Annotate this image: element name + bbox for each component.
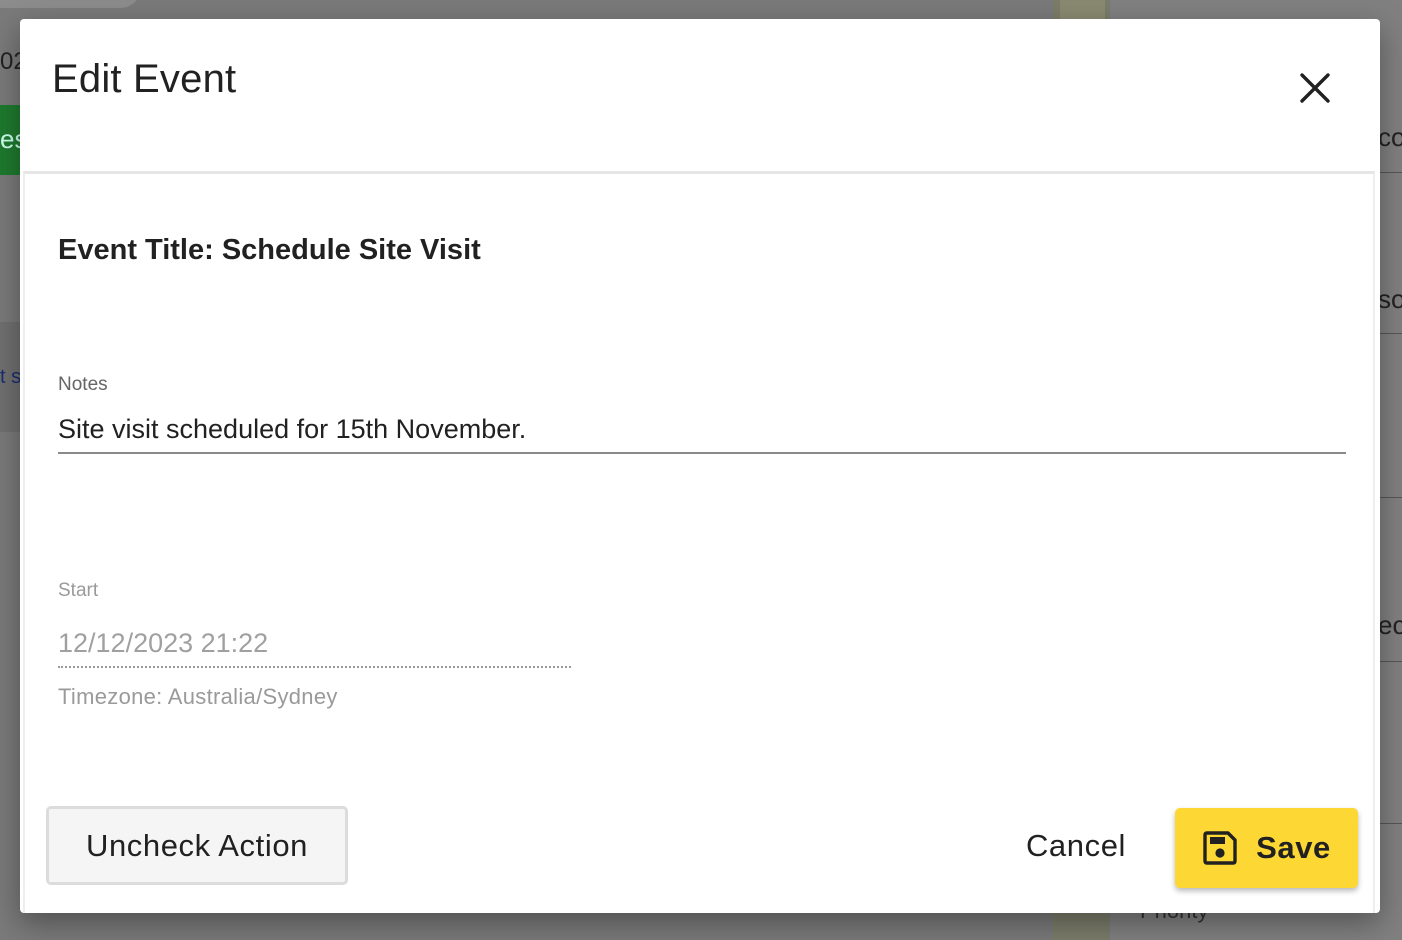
close-button[interactable] (1290, 63, 1340, 113)
dialog-title: Edit Event (52, 57, 237, 101)
notes-label: Notes (58, 374, 108, 395)
timezone-hint: Timezone: Australia/Sydney (58, 684, 338, 709)
cancel-button[interactable]: Cancel (1011, 814, 1141, 878)
background-column-top (1060, 0, 1105, 20)
start-datetime-input (58, 620, 571, 668)
background-right-text: ec (1378, 610, 1402, 640)
dialog-header: Edit Event (20, 19, 1380, 171)
uncheck-action-button[interactable]: Uncheck Action (46, 806, 348, 885)
uncheck-action-label: Uncheck Action (85, 827, 309, 863)
start-label: Start (58, 580, 99, 601)
background-pill (0, 0, 140, 8)
floppy-disk-icon (1203, 831, 1237, 865)
background-divider (1380, 333, 1402, 334)
dialog-body: Event Title: Schedule Site Visit Notes S… (23, 171, 1375, 913)
cancel-label: Cancel (1025, 828, 1127, 863)
save-button[interactable]: Save (1175, 808, 1358, 888)
close-icon (1300, 73, 1330, 103)
background-link: t s (0, 366, 22, 388)
save-label: Save (1256, 830, 1331, 865)
background-right-text: so (1378, 284, 1402, 314)
background-divider (1380, 661, 1402, 662)
notes-input[interactable] (58, 406, 1346, 454)
event-title: Event Title: Schedule Site Visit (58, 234, 481, 266)
background-divider (1380, 497, 1402, 498)
background-divider (1380, 172, 1402, 173)
background-right-text: co (1378, 122, 1402, 152)
background-divider (1380, 823, 1402, 824)
edit-event-dialog: Edit Event Event Title: Schedule Site Vi… (20, 19, 1380, 913)
